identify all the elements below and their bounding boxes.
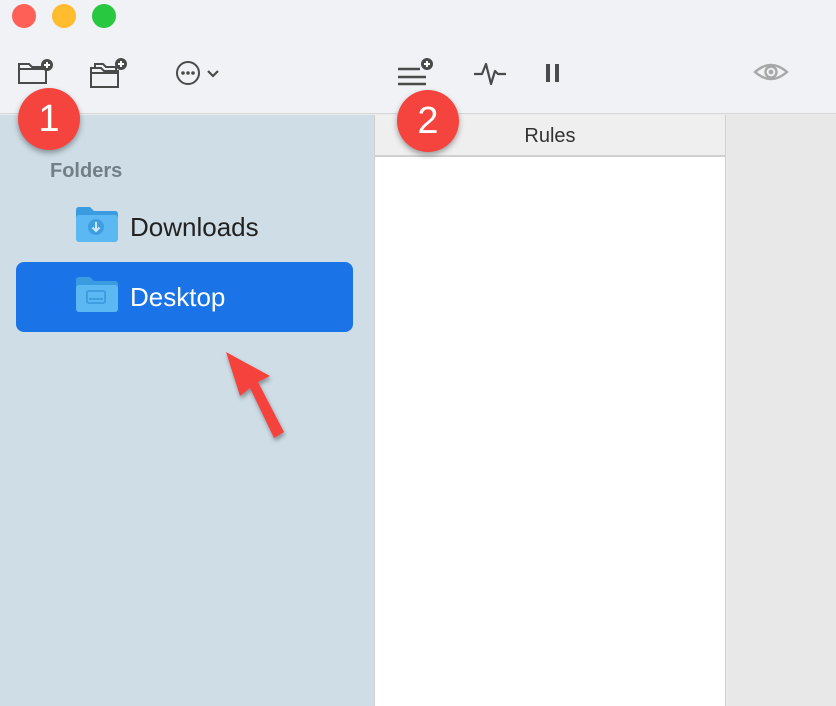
close-button[interactable] [12, 4, 36, 28]
activity-button[interactable] [472, 58, 508, 88]
pause-button[interactable] [540, 60, 566, 86]
activity-icon [474, 62, 506, 86]
chevron-down-icon [207, 70, 219, 78]
sidebar-item-label: Downloads [130, 211, 259, 242]
folders-section-title: Folders [50, 160, 123, 182]
sidebar-item-downloads[interactable]: Downloads [16, 192, 353, 262]
new-rule-icon [398, 58, 433, 86]
downloads-folder-icon [76, 207, 118, 242]
more-options-icon [176, 61, 200, 85]
add-folders-button[interactable] [88, 56, 130, 90]
add-folders-icon [90, 58, 127, 88]
detail-pane [727, 115, 836, 706]
minimize-button[interactable] [52, 4, 76, 28]
rules-pane: Rules [374, 115, 726, 706]
preview-button[interactable] [752, 58, 790, 86]
annotation-badge-1: 1 [18, 88, 80, 150]
new-folder-icon [18, 59, 53, 84]
annotation-arrow-icon [226, 352, 284, 438]
more-options-button[interactable] [168, 58, 228, 88]
new-rule-button[interactable] [396, 56, 436, 88]
annotation-badge-2: 2 [397, 90, 459, 152]
zoom-button[interactable] [92, 4, 116, 28]
sidebar-item-label: Desktop [130, 281, 226, 312]
desktop-folder-icon [76, 277, 118, 312]
pause-icon [546, 64, 559, 82]
preview-eye-icon [753, 63, 789, 81]
sidebar-item-desktop[interactable]: Desktop [16, 262, 353, 332]
new-folder-button[interactable] [16, 56, 56, 88]
